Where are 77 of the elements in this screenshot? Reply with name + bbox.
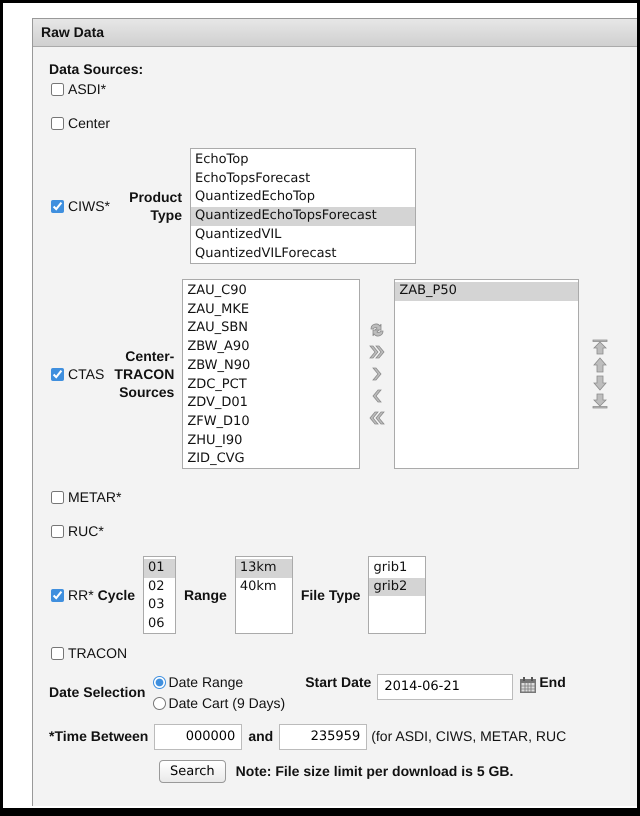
list-option[interactable]: 03 <box>144 596 176 616</box>
source-label: CTAS <box>68 364 104 384</box>
source-label: CIWS* <box>68 196 110 216</box>
search-button[interactable]: Search <box>159 760 226 783</box>
list-option[interactable]: ZDC_PCT <box>183 376 360 394</box>
list-option[interactable]: ZAU_MKE <box>183 300 360 320</box>
list-option[interactable]: ZFW_D10 <box>183 412 360 432</box>
move-top-icon[interactable] <box>591 338 610 356</box>
time-field[interactable]: 235959 <box>279 724 368 750</box>
list-option[interactable]: QuantizedVIL <box>191 226 415 245</box>
source-label: METAR* <box>68 488 122 506</box>
list-option[interactable]: grib2 <box>369 578 426 596</box>
note-text: Note: File size limit per download is 5 GB. <box>236 762 514 781</box>
checkbox[interactable] <box>51 82 64 96</box>
list-option[interactable]: QuantizedEchoTopsForecast <box>191 207 415 226</box>
field-label: Range <box>184 586 227 605</box>
list-box[interactable]: ZAU_C90 ZAU_MKE ZAU_SBN ZBW_A90 ZBW_N90 ZDC_PCT ZDV_D01 ZFW_D10 ZHU_I90 ZID_CVG <box>182 279 360 469</box>
field-label: Start Date <box>305 673 372 692</box>
checkbox[interactable] <box>51 116 64 130</box>
field-label: File Type <box>300 586 360 605</box>
radio-button[interactable] <box>153 676 166 689</box>
source-label: RUC* <box>68 522 104 540</box>
double-chevron-right-icon[interactable] <box>368 343 386 361</box>
list-option[interactable]: ZDV_D01 <box>183 394 360 413</box>
field-label: and <box>248 727 274 746</box>
list-box[interactable]: ZAB_P50 <box>394 279 580 469</box>
date-field[interactable]: 2014-06-21 <box>377 674 514 700</box>
source-label: RR* <box>68 586 94 604</box>
field-label: *Time Between <box>49 727 148 746</box>
list-option[interactable]: EchoTop <box>191 151 415 170</box>
list-option[interactable]: ZAB_P50 <box>395 282 578 301</box>
list-option[interactable]: 02 <box>144 578 176 596</box>
list-option[interactable]: ZBW_A90 <box>183 338 360 357</box>
source-label: TRACON <box>68 644 128 662</box>
move-bottom-icon[interactable] <box>591 392 610 410</box>
checkbox[interactable] <box>51 524 64 538</box>
radio-label: Date Range <box>168 673 244 692</box>
list-option[interactable]: EchoTopsForecast <box>191 170 415 188</box>
source-label: Center <box>68 114 110 132</box>
list-option[interactable]: ZHU_I90 <box>183 432 360 450</box>
list-option[interactable]: ZBW_N90 <box>183 356 360 376</box>
radio-button[interactable] <box>153 697 166 710</box>
up-arrow-icon[interactable] <box>591 356 610 374</box>
list-box[interactable]: EchoTop EchoTopsForecast QuantizedEchoTop QuantizedEchoTopsForecast QuantizedVIL QuantizedVILForecast <box>190 148 416 264</box>
checkbox[interactable] <box>51 368 64 380</box>
refresh-icon[interactable] <box>368 321 386 339</box>
field-label: Date Selection <box>49 683 146 702</box>
list-option[interactable]: ZAU_C90 <box>183 282 360 301</box>
list-option[interactable]: ZAU_SBN <box>183 319 360 338</box>
radio-label: Date Cart (9 Days) <box>168 694 286 713</box>
section-label: Data Sources: <box>49 60 144 79</box>
checkbox[interactable] <box>51 200 64 212</box>
field-label: Center-TRACON Sources <box>113 347 174 401</box>
list-box[interactable]: 13km 40km <box>234 556 293 634</box>
list-box[interactable]: 01 02 03 06 <box>143 556 176 634</box>
checkbox[interactable] <box>51 646 64 660</box>
list-option[interactable]: 06 <box>144 615 176 633</box>
panel-title: Raw Data <box>33 19 637 47</box>
list-option[interactable]: 13km <box>236 559 292 578</box>
hint-text: (for ASDI, CIWS, METAR, RUC <box>371 727 566 746</box>
list-option[interactable]: QuantizedVILForecast <box>191 244 415 263</box>
field-label: Cycle <box>98 586 136 605</box>
list-option[interactable]: ZID_CVG <box>183 450 360 468</box>
list-option[interactable]: grib1 <box>369 559 426 578</box>
list-option[interactable]: 40km <box>236 578 292 596</box>
checkbox[interactable] <box>51 588 64 602</box>
list-option[interactable]: 01 <box>144 559 176 578</box>
list-box[interactable]: grib1 grib2 <box>368 556 426 634</box>
field-label: End <box>539 673 566 692</box>
checkbox[interactable] <box>51 490 64 504</box>
source-label: ASDI* <box>68 80 106 98</box>
list-option[interactable]: QuantizedEchoTop <box>191 188 415 208</box>
field-label: Product Type <box>128 188 182 224</box>
calendar-icon[interactable] <box>519 676 538 694</box>
double-chevron-left-icon[interactable] <box>368 409 386 427</box>
time-field[interactable]: 000000 <box>154 724 242 750</box>
down-arrow-icon[interactable] <box>591 374 610 392</box>
